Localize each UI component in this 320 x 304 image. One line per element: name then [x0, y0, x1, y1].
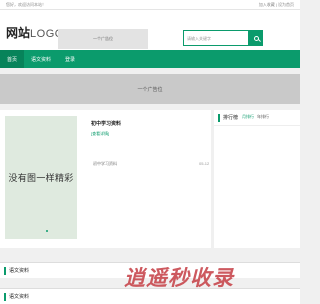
article-detail-link[interactable]: [查看详情]	[91, 131, 109, 137]
nav-item-login[interactable]: 登录	[58, 50, 82, 68]
favorite-links[interactable]: 加入收藏 | 设为首页	[259, 2, 294, 8]
welcome-text: 您好，欢迎访问本站！	[6, 2, 46, 7]
banner-ad[interactable]: 一个广告位	[0, 74, 300, 104]
ranking-title: 排行榜	[223, 115, 239, 121]
featured-article: 没有图一样精彩 初中学习资料 [查看详情] 初中学习资料 05-12	[0, 110, 211, 248]
main-nav: 首页 语文资料 登录	[0, 50, 300, 68]
ranking-tabs: 月排行 年排行	[242, 114, 269, 120]
section-title[interactable]: 语文资料	[9, 267, 29, 274]
search-input[interactable]: 请输入关键字	[183, 30, 249, 46]
ranking-panel: 排行榜 月排行 年排行	[214, 110, 300, 248]
section-marker	[4, 266, 6, 275]
ranking-header: 排行榜 月排行 年排行	[214, 110, 300, 126]
thumbnail-text: 没有图一样精彩	[8, 173, 74, 183]
nav-item-chinese[interactable]: 语文资料	[24, 50, 58, 68]
watermark-text: 逍遥秒收录	[124, 266, 234, 290]
top-bar: 您好，欢迎访问本站！ 加入收藏 | 设为首页	[0, 0, 300, 10]
logo-text-cn: 网站	[6, 26, 31, 40]
main-content: 没有图一样精彩 初中学习资料 [查看详情] 初中学习资料 05-12 排行榜 月…	[0, 110, 300, 250]
section-marker	[218, 113, 220, 122]
header: 网站 LOGO 一个广告位 请输入关键字	[0, 10, 300, 50]
tab-monthly[interactable]: 月排行	[242, 114, 254, 120]
article-thumbnail[interactable]: 没有图一样精彩	[5, 116, 77, 239]
article-date: 05-12	[199, 161, 210, 166]
site-logo[interactable]: 网站 LOGO	[6, 24, 64, 41]
article-title[interactable]: 初中学习资料	[91, 120, 121, 127]
search-button[interactable]	[249, 30, 263, 46]
section-title[interactable]: 语文资料	[9, 293, 29, 300]
article-subitem[interactable]: 初中学习资料	[93, 161, 117, 167]
header-ad-slot[interactable]: 一个广告位	[58, 29, 148, 49]
search-icon	[253, 35, 259, 41]
nav-item-home[interactable]: 首页	[0, 50, 25, 68]
section-marker	[4, 292, 6, 301]
tab-yearly[interactable]: 年排行	[257, 114, 269, 120]
carousel-dot[interactable]	[46, 230, 48, 232]
